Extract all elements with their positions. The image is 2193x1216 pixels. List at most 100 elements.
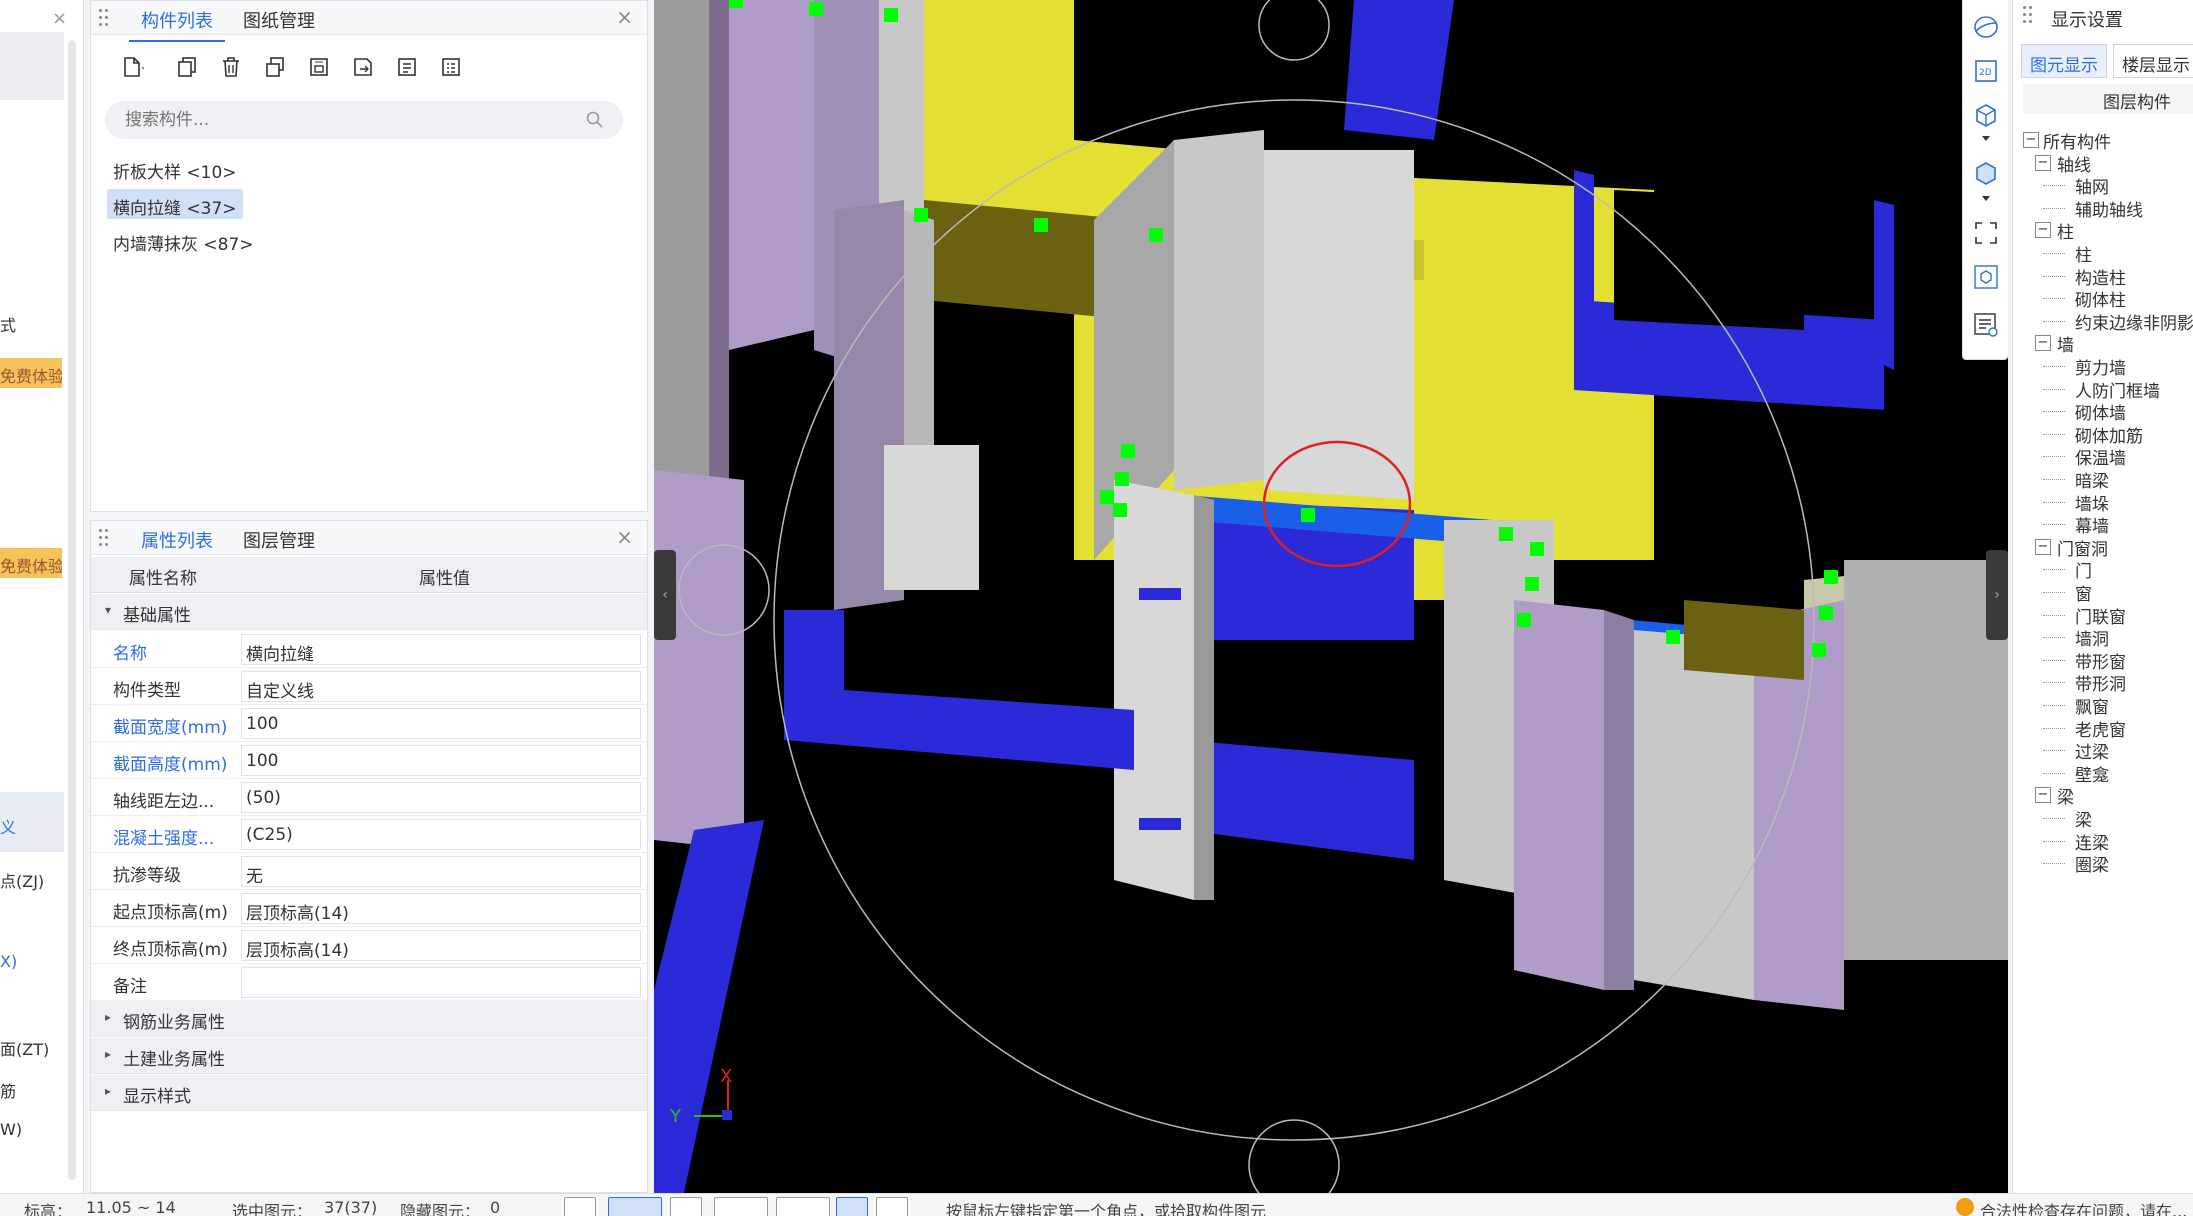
property-group-civil[interactable]: ▸ 土建业务属性 [91, 1038, 647, 1074]
column[interactable] [1114, 480, 1194, 900]
nav-item[interactable]: 式 [0, 312, 16, 336]
nav-item[interactable]: 面(ZT) [0, 1036, 49, 1060]
chevron-down-icon[interactable] [1971, 130, 2001, 150]
tree-item[interactable]: 过梁 [2075, 738, 2109, 763]
property-group-display-style[interactable]: ▸ 显示样式 [91, 1075, 647, 1111]
collapse-toggle-icon[interactable]: − [2035, 222, 2051, 239]
expand-triangle-icon[interactable]: ▸ [105, 1047, 111, 1061]
tree-item[interactable]: 约束边缘非阴影 [2075, 309, 2193, 334]
column[interactable] [1194, 495, 1214, 900]
list-item-selected[interactable]: 横向拉缝 <37> [107, 189, 243, 219]
orbit-handle[interactable] [1258, 0, 1330, 61]
list-item[interactable]: 折板大样 <10> [107, 153, 243, 183]
property-value-field[interactable]: 横向拉缝 [241, 634, 641, 665]
property-row[interactable]: 起点顶标高(m) 层顶标高(14) [91, 890, 647, 927]
property-value-field[interactable]: 100 [241, 745, 641, 776]
collapse-toggle-icon[interactable]: − [2035, 787, 2051, 804]
property-row[interactable]: 截面高度(mm) 100 [91, 742, 647, 779]
tree-item[interactable]: 构造柱 [2075, 264, 2126, 289]
point-snap-button[interactable] [776, 1197, 830, 1216]
snap-button[interactable] [564, 1197, 596, 1216]
close-icon[interactable]: × [52, 8, 67, 29]
tree-item[interactable]: 壁龛 [2075, 761, 2109, 786]
delete-icon[interactable] [211, 49, 251, 85]
warning-icon[interactable] [1956, 1198, 1974, 1216]
tab-component-list[interactable]: 构件列表 [129, 7, 225, 42]
tab-floor-display[interactable]: 楼层显示 [2113, 44, 2193, 78]
wall-segment[interactable] [1844, 560, 2008, 960]
tree-item[interactable]: 圈梁 [2075, 851, 2109, 876]
tree-item[interactable]: 保温墙 [2075, 444, 2126, 469]
collapse-toggle-icon[interactable]: − [2035, 335, 2051, 352]
drag-handle-icon[interactable] [99, 529, 109, 547]
nav-item[interactable]: 筋 [0, 1078, 16, 1102]
tab-drawing-management[interactable]: 图纸管理 [243, 7, 315, 33]
scrollbar[interactable] [68, 40, 76, 1180]
expand-triangle-icon[interactable]: ▸ [105, 1084, 111, 1098]
collapse-left-handle[interactable]: ‹ [654, 550, 676, 640]
new-component-icon[interactable] [105, 49, 159, 85]
property-group-rebar[interactable]: ▸ 钢筋业务属性 [91, 1001, 647, 1037]
free-trial-badge[interactable]: 免费体验 [0, 358, 62, 388]
tree-item[interactable]: 梁 [2075, 806, 2092, 831]
property-row[interactable]: 混凝土强度... (C25) [91, 816, 647, 853]
column[interactable] [884, 445, 979, 590]
collapse-toggle-icon[interactable]: − [2035, 538, 2051, 555]
property-row[interactable]: 备注 [91, 964, 647, 1001]
export-icon[interactable] [343, 49, 383, 85]
beam-segment[interactable] [1684, 600, 1804, 680]
wall-segment[interactable] [1174, 130, 1264, 490]
polar-button[interactable] [876, 1197, 908, 1216]
tree-item[interactable]: 柱 [2075, 241, 2092, 266]
nav-item[interactable]: W) [0, 1120, 22, 1139]
solid-box-icon[interactable] [1971, 158, 2001, 188]
wall-segment[interactable] [729, 0, 814, 350]
layer-settings-icon[interactable] [1971, 310, 2001, 340]
layer-copy-icon[interactable] [299, 49, 339, 85]
nav-item[interactable]: X) [0, 952, 17, 971]
sort-icon[interactable] [387, 49, 427, 85]
property-row[interactable]: 截面宽度(mm) 100 [91, 705, 647, 742]
duplicate-icon[interactable] [255, 49, 295, 85]
filter-icon[interactable] [431, 49, 471, 85]
tree-item[interactable]: 老虎窗 [2075, 716, 2126, 741]
beam-segment[interactable] [784, 610, 1134, 770]
tab-layer-management[interactable]: 图层管理 [243, 527, 315, 553]
close-icon[interactable]: × [616, 525, 633, 549]
expand-triangle-icon[interactable]: ▸ [105, 1010, 111, 1024]
tree-item[interactable]: 砌体墙 [2075, 399, 2126, 424]
beam-segment[interactable] [1184, 740, 1414, 860]
collapse-triangle-icon[interactable]: ▾ [105, 603, 111, 617]
free-trial-badge[interactable]: 免费体验 [0, 548, 62, 578]
wall-segment[interactable] [709, 0, 729, 480]
property-value-field[interactable]: (50) [241, 782, 641, 813]
wall-segment[interactable] [1264, 150, 1414, 500]
wall-segment[interactable] [654, 470, 744, 850]
tree-item[interactable]: 门 [2075, 557, 2092, 582]
tree-item[interactable]: 辅助轴线 [2075, 196, 2143, 221]
angle-snap-button[interactable] [714, 1197, 768, 1216]
beam-segment[interactable] [1344, 0, 1454, 140]
tree-item[interactable]: 带形洞 [2075, 670, 2126, 695]
property-value-field[interactable]: 自定义线 [241, 671, 641, 702]
property-row[interactable]: 构件类型 自定义线 [91, 668, 647, 705]
collapse-toggle-icon[interactable]: − [2035, 154, 2051, 171]
tree-item[interactable]: 砌体加筋 [2075, 422, 2143, 447]
property-value-field[interactable]: 无 [241, 856, 641, 887]
tree-item[interactable]: 暗梁 [2075, 467, 2109, 492]
validation-warning[interactable]: 合法性检查存在问题，请在... [1980, 1198, 2187, 1216]
property-value-field[interactable]: 100 [241, 708, 641, 739]
tree-item[interactable]: 轴网 [2075, 173, 2109, 198]
tree-item[interactable]: 门联窗 [2075, 603, 2126, 628]
perspective-icon[interactable] [1971, 262, 2001, 292]
beam-segment[interactable] [654, 820, 764, 1193]
property-row[interactable]: 轴线距左边... (50) [91, 779, 647, 816]
wall-segment[interactable] [1604, 610, 1634, 990]
fit-view-icon[interactable] [1971, 218, 2001, 248]
collapse-toggle-icon[interactable]: − [2023, 132, 2039, 148]
tree-item[interactable]: 连梁 [2075, 829, 2109, 854]
wall-segment[interactable] [1514, 600, 1604, 990]
wall-segment[interactable] [654, 0, 709, 500]
tree-item[interactable]: 剪力墙 [2075, 354, 2126, 379]
property-group-basic[interactable]: ▾ 基础属性 [91, 594, 647, 630]
